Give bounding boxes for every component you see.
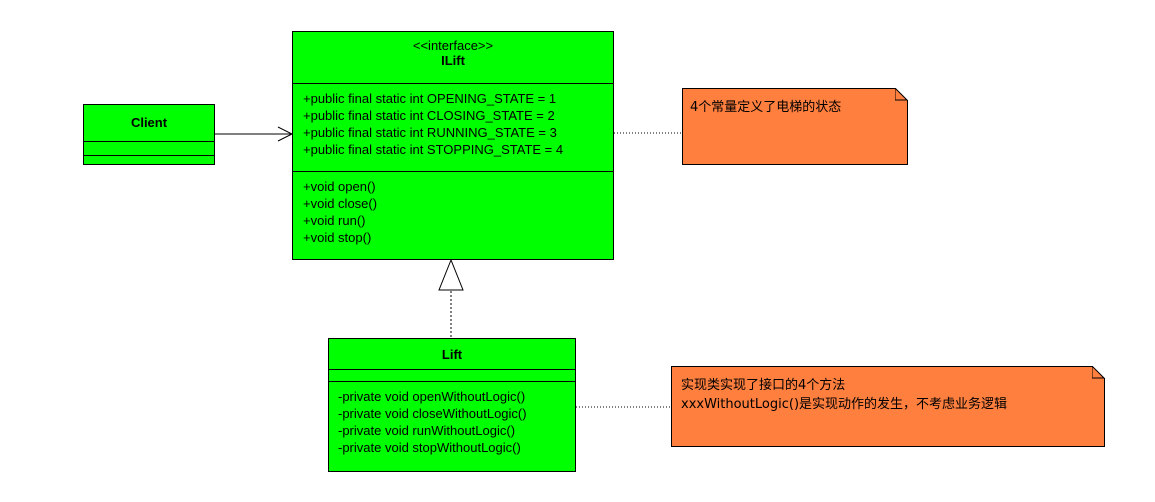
constants-note[interactable]: 4个常量定义了电梯的状态 (682, 88, 908, 165)
implementation-note-body: 实现类实现了接口的4个方法 xxxWithoutLogic()是实现动作的发生，… (672, 367, 1104, 412)
implementation-note-line: 实现类实现了接口的4个方法 (681, 378, 846, 393)
note-fold-edge (1092, 366, 1105, 379)
ilift-header: <<interface>> ILift (293, 32, 613, 83)
lift-class[interactable]: Lift -private void openWithoutLogic() -p… (328, 338, 576, 472)
lift-method: -private void openWithoutLogic() (338, 389, 526, 404)
ilift-method: +void close() (303, 196, 378, 211)
ilift-method: +void stop() (303, 230, 372, 245)
ilift-attribute: +public final static int RUNNING_STATE =… (303, 125, 557, 140)
lift-methods: -private void openWithoutLogic() -privat… (329, 381, 575, 456)
lift-method: -private void closeWithoutLogic() (338, 406, 527, 421)
client-class[interactable]: Client (83, 104, 215, 165)
lift-attributes-compartment (329, 369, 575, 381)
ilift-attributes: +public final static int OPENING_STATE =… (293, 83, 613, 171)
note-fold-edge (895, 88, 908, 101)
lift-class-name: Lift (441, 347, 463, 362)
lift-method: -private void runWithoutLogic() (338, 423, 516, 438)
constants-note-text: 4个常量定义了电梯的状态 (690, 100, 842, 115)
ilift-attribute: +public final static int STOPPING_STATE … (303, 142, 564, 157)
ilift-methods: +void open() +void close() +void run() +… (293, 171, 613, 246)
implementation-note[interactable]: 实现类实现了接口的4个方法 xxxWithoutLogic()是实现动作的发生，… (671, 366, 1105, 447)
ilift-attribute: +public final static int OPENING_STATE =… (303, 91, 557, 106)
realization-arrowhead (438, 258, 464, 291)
ilift-attribute: +public final static int CLOSING_STATE =… (303, 108, 555, 123)
ilift-name: ILift (441, 53, 465, 68)
implementation-note-line: xxxWithoutLogic()是实现动作的发生，不考虑业务逻辑 (681, 397, 1008, 412)
ilift-stereotype: <<interface>> (412, 38, 494, 53)
ilift-interface[interactable]: <<interface>> ILift +public final static… (292, 31, 614, 260)
client-class-name: Client (130, 115, 168, 130)
ilift-method: +void open() (303, 179, 376, 194)
lift-method: -private void stopWithoutLogic() (338, 440, 521, 455)
client-methods-compartment (84, 155, 214, 156)
client-attributes-compartment (84, 141, 214, 155)
ilift-method: +void run() (303, 213, 366, 228)
